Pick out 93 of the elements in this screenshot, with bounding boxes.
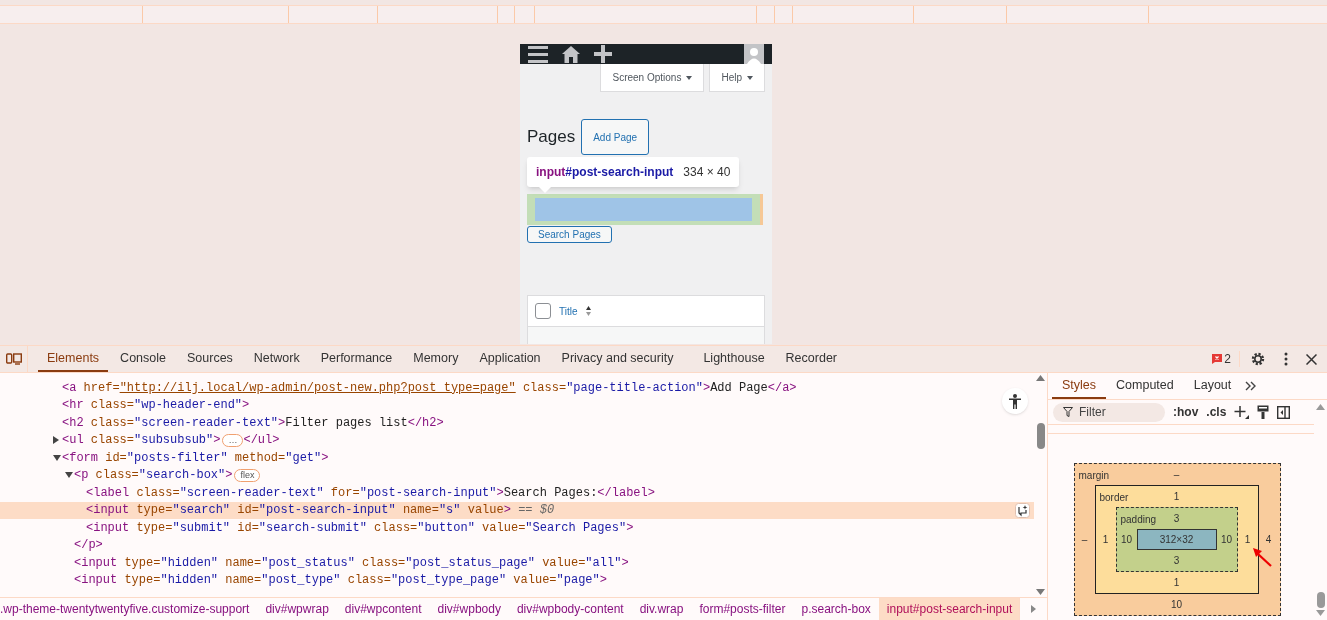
tooltip-selector: input#post-search-input bbox=[536, 164, 674, 181]
box-label: margin bbox=[1078, 469, 1110, 483]
ai-assistance-icon[interactable] bbox=[1015, 502, 1030, 518]
code-line[interactable]: <input type="hidden" name="post_type" class="post_type_page" value="page"> bbox=[0, 571, 1034, 589]
box-label: padding bbox=[1120, 513, 1157, 527]
box-value: 3 bbox=[1173, 554, 1180, 568]
double-chevron-icon[interactable] bbox=[1245, 381, 1258, 391]
more-options-icon[interactable] bbox=[1284, 352, 1288, 366]
box-value: 1 bbox=[1173, 576, 1180, 590]
filter-field[interactable]: Filter bbox=[1053, 402, 1165, 422]
box-value: – bbox=[1173, 468, 1180, 482]
box-value: 1 bbox=[1101, 533, 1110, 547]
panel-tab[interactable]: Network bbox=[244, 346, 309, 372]
issue-flag-icon bbox=[1212, 354, 1223, 364]
breadcrumb-item[interactable]: input#post-search-input bbox=[878, 598, 1019, 620]
close-icon[interactable] bbox=[1306, 353, 1317, 365]
code-line[interactable]: <input type="hidden" name="post_status" class="post_status_page" value="all"> bbox=[0, 554, 1034, 572]
panel-tab[interactable]: Sources bbox=[178, 346, 242, 372]
sort-icon[interactable] bbox=[585, 306, 591, 316]
panel-tab[interactable]: Performance bbox=[311, 346, 402, 372]
code-line[interactable]: </p> bbox=[0, 536, 1034, 554]
scrollbar[interactable] bbox=[1034, 373, 1047, 597]
panel-tab[interactable]: Elements bbox=[38, 346, 109, 372]
box-value: 4 bbox=[1264, 533, 1273, 547]
device-toggle-icon[interactable] bbox=[5, 353, 22, 365]
breadcrumb-item[interactable]: div.wrap bbox=[631, 598, 692, 620]
code-line[interactable]: <hr class="wp-header-end"> bbox=[0, 396, 1034, 414]
breadcrumb-item[interactable]: p.search-box bbox=[793, 598, 879, 620]
checkbox[interactable] bbox=[535, 303, 551, 319]
person-icon bbox=[1009, 393, 1021, 409]
add-page-button[interactable]: Add Page bbox=[581, 119, 650, 155]
sidebar-toggle-icon[interactable] bbox=[1277, 405, 1291, 419]
content-box: 312×32 bbox=[1136, 529, 1217, 550]
tooltip-size: 334 × 40 bbox=[683, 164, 731, 181]
code-line[interactable]: <label class="screen-reader-text" for="post-search-input">Search Pages:</label> bbox=[0, 484, 1034, 502]
scrollbar-thumb[interactable] bbox=[1037, 423, 1045, 449]
caret-down-icon bbox=[747, 75, 753, 80]
title-column-header[interactable]: Title bbox=[559, 303, 578, 319]
scroll-right-icon[interactable] bbox=[1031, 605, 1036, 613]
code-line[interactable]: <form id="posts-filter" method="get"> bbox=[0, 449, 1034, 467]
node-badge[interactable]: … bbox=[222, 433, 244, 447]
breadcrumb-item[interactable]: .wp-theme-twentytwentyfive.customize-support bbox=[0, 598, 258, 620]
box-label: border bbox=[1099, 491, 1129, 505]
box-value: 1 bbox=[1243, 533, 1252, 547]
box-value: 3 bbox=[1173, 512, 1180, 526]
box-value: 1 bbox=[1173, 490, 1180, 504]
panel-tab[interactable]: Lighthouse bbox=[694, 346, 774, 372]
code-line[interactable]: <h2 class="screen-reader-text">Filter pages list</h2> bbox=[0, 414, 1034, 432]
box-value: – bbox=[1080, 533, 1089, 547]
breadcrumb-item[interactable]: div#wpcontent bbox=[336, 598, 430, 620]
accessibility-button[interactable] bbox=[1002, 388, 1028, 414]
menu-icon[interactable] bbox=[528, 45, 548, 63]
sidebar-tab[interactable]: Layout bbox=[1183, 373, 1242, 399]
scrollbar-thumb[interactable] bbox=[1317, 592, 1325, 608]
caret-down-icon bbox=[686, 75, 693, 80]
search-pages-button[interactable]: Search Pages bbox=[527, 226, 612, 243]
scroll-down-icon[interactable] bbox=[1036, 589, 1045, 595]
issues-button[interactable]: 2 bbox=[1204, 351, 1240, 367]
box-value: 10 bbox=[1170, 598, 1183, 612]
breadcrumb-item[interactable]: div#wpwrap bbox=[257, 598, 337, 620]
dropdown-button[interactable]: Screen Options bbox=[600, 64, 705, 92]
scroll-down-icon[interactable] bbox=[1316, 610, 1325, 616]
code-line[interactable]: <p class="search-box"> flex bbox=[0, 466, 1034, 484]
panel-tab[interactable]: Console bbox=[111, 346, 175, 372]
panel-tab[interactable]: Memory bbox=[404, 346, 468, 372]
settings-icon[interactable] bbox=[1250, 351, 1266, 367]
breadcrumb-item[interactable]: div#wpbody bbox=[429, 598, 509, 620]
sidebar-tab[interactable]: Styles bbox=[1052, 373, 1107, 399]
sidebar-tab[interactable]: Computed bbox=[1106, 373, 1184, 399]
arrow-icon bbox=[1251, 547, 1272, 567]
paint-roller-icon[interactable] bbox=[1257, 405, 1270, 419]
box-value: 10 bbox=[1219, 533, 1234, 547]
panel-tab[interactable]: Recorder bbox=[776, 346, 846, 372]
cls-toggle[interactable]: .cls bbox=[1206, 403, 1227, 421]
panel-tab[interactable]: Privacy and security bbox=[552, 346, 683, 372]
home-icon[interactable] bbox=[562, 45, 580, 63]
panel-tab[interactable]: Application bbox=[470, 346, 550, 372]
breadcrumb-item[interactable]: form#posts-filter bbox=[691, 598, 794, 620]
hov-toggle[interactable]: :hov bbox=[1173, 403, 1199, 421]
code-line[interactable]: <a href="http://ilj.local/wp-admin/post-new.php?post_type=page" class="page-title-action">Add Page</a> bbox=[0, 379, 1034, 397]
breadcrumb-item[interactable]: div#wpbody-content bbox=[508, 598, 632, 620]
scroll-up-icon[interactable] bbox=[1316, 404, 1325, 410]
caret-right-icon[interactable] bbox=[53, 436, 59, 445]
code-line[interactable]: <input type="submit" id="search-submit" class="button" value="Search Pages"> bbox=[0, 519, 1034, 537]
code-line[interactable]: <ul class="subsubsub"> … </ul> bbox=[0, 431, 1034, 449]
plus-icon[interactable] bbox=[594, 45, 612, 63]
caret-down-icon[interactable] bbox=[65, 472, 73, 479]
box-value: 10 bbox=[1119, 533, 1134, 547]
plus-icon[interactable] bbox=[1234, 405, 1250, 419]
caret-down-icon[interactable] bbox=[53, 454, 61, 461]
scroll-up-icon[interactable] bbox=[1036, 375, 1045, 381]
page-heading: Pages bbox=[527, 126, 576, 149]
node-badge[interactable]: flex bbox=[234, 468, 261, 482]
